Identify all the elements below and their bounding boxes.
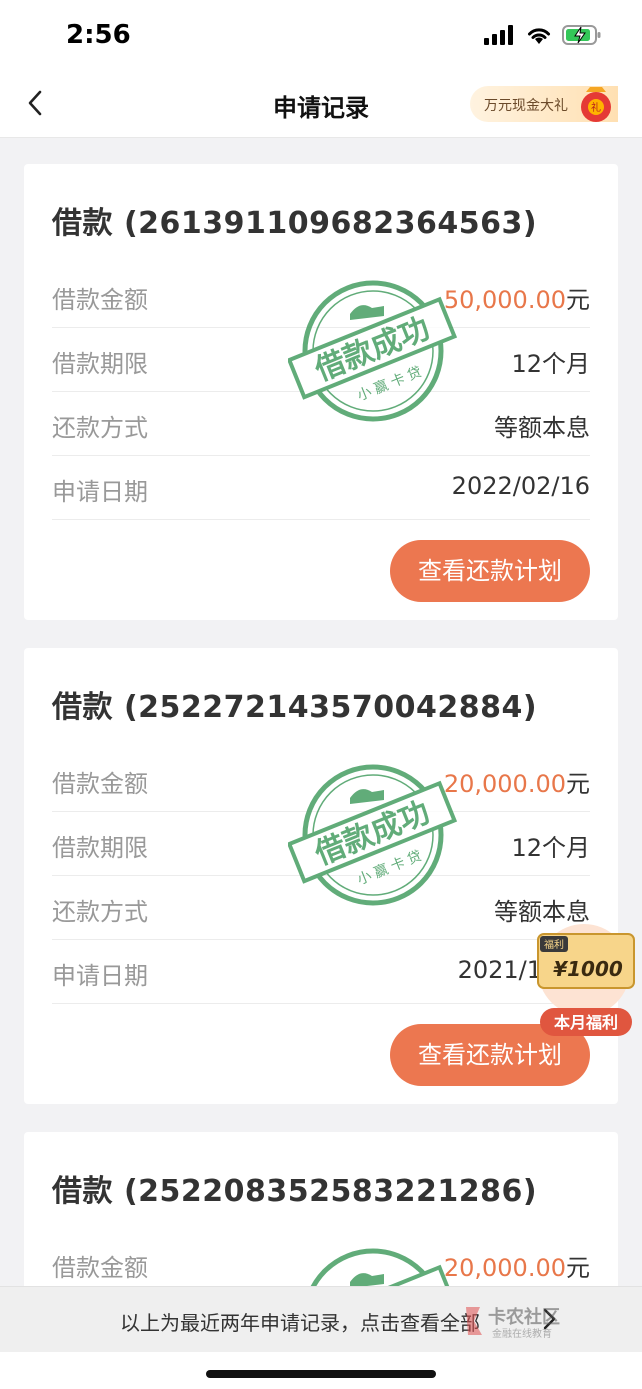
amount-value: 20,000.00 [443, 1254, 566, 1282]
view-all-records-link[interactable]: 以上为最近两年申请记录，点击查看全部 [120, 1307, 480, 1336]
loan-success-stamp: 借款成功 小赢卡贷 [288, 280, 458, 422]
repay-label: 还款方式 [52, 414, 148, 442]
date-label: 申请日期 [52, 478, 148, 506]
watermark-sub: 金融在线教育 [492, 1327, 552, 1340]
footer-bar[interactable]: 以上为最近两年申请记录，点击查看全部 卡农社区 金融在线教育 [0, 1286, 642, 1352]
welfare-label: 本月福利 [554, 1013, 618, 1032]
promo-banner[interactable]: 万元现金大礼 礼 [470, 86, 618, 122]
repay-label: 还款方式 [52, 898, 148, 926]
record-card: 借款 (252208352583221286) 借款金额 20,000.00元 [24, 1132, 618, 1292]
watermark-main: 卡农社区 [488, 1306, 560, 1328]
home-bar [0, 1352, 642, 1389]
amount-value: 20,000.00 [443, 770, 566, 798]
amount-label: 借款金额 [52, 1254, 148, 1282]
view-repayment-plan-button[interactable]: 查看还款计划 [390, 540, 590, 602]
term-label: 借款期限 [52, 834, 148, 862]
watermark-logo: 卡农社区 金融在线教育 [466, 1306, 560, 1340]
amount-unit: 元 [566, 286, 590, 314]
date-value: 2021/1 [457, 956, 542, 984]
term-value: 12个月 [511, 350, 590, 378]
welfare-coupon-icon: 福利 ¥1000 本月福利 [537, 924, 635, 1036]
gift-bag-icon: 礼 [581, 87, 611, 122]
status-icons [484, 24, 602, 46]
date-row: 申请日期 2022/02/16 [52, 456, 590, 520]
promo-label: 万元现金大礼 [484, 98, 568, 114]
loan-success-stamp [288, 1248, 458, 1292]
wifi-icon [528, 28, 550, 44]
status-time: 2:56 [66, 20, 131, 50]
amount-value: 50,000.00 [443, 286, 566, 314]
loan-success-stamp: 借款成功 小赢卡贷 [288, 764, 458, 906]
record-title: 借款 (261391109682364563) [52, 206, 538, 241]
date-value: 2022/02/16 [451, 472, 590, 500]
amount-unit: 元 [566, 770, 590, 798]
signal-icon [484, 25, 513, 45]
battery-charging-icon [562, 25, 601, 45]
promo-badge: 礼 [591, 101, 601, 114]
date-label: 申请日期 [52, 962, 148, 990]
amount-label: 借款金额 [52, 770, 148, 798]
nav-bar: 申请记录 万元现金大礼 礼 [0, 70, 642, 138]
status-bar: 2:56 [0, 0, 642, 70]
amount-unit: 元 [566, 1254, 590, 1282]
record-card: 借款 (252272143570042884) 借款金额 20,000.00元 … [24, 648, 618, 1104]
repay-value: 等额本息 [494, 414, 590, 442]
welfare-amount: ¥1000 [553, 957, 623, 981]
amount-label: 借款金额 [52, 286, 148, 314]
home-indicator[interactable] [206, 1370, 436, 1378]
monthly-welfare-widget[interactable]: 福利 ¥1000 本月福利 [536, 922, 642, 1040]
record-title: 借款 (252272143570042884) [52, 690, 538, 725]
term-label: 借款期限 [52, 350, 148, 378]
term-value: 12个月 [511, 834, 590, 862]
date-row: 申请日期 2021/1 [52, 940, 590, 1004]
welfare-tag: 福利 [544, 938, 564, 951]
record-card: 借款 (261391109682364563) 借款金额 50,000.00元 … [24, 164, 618, 620]
record-title: 借款 (252208352583221286) [52, 1174, 538, 1209]
